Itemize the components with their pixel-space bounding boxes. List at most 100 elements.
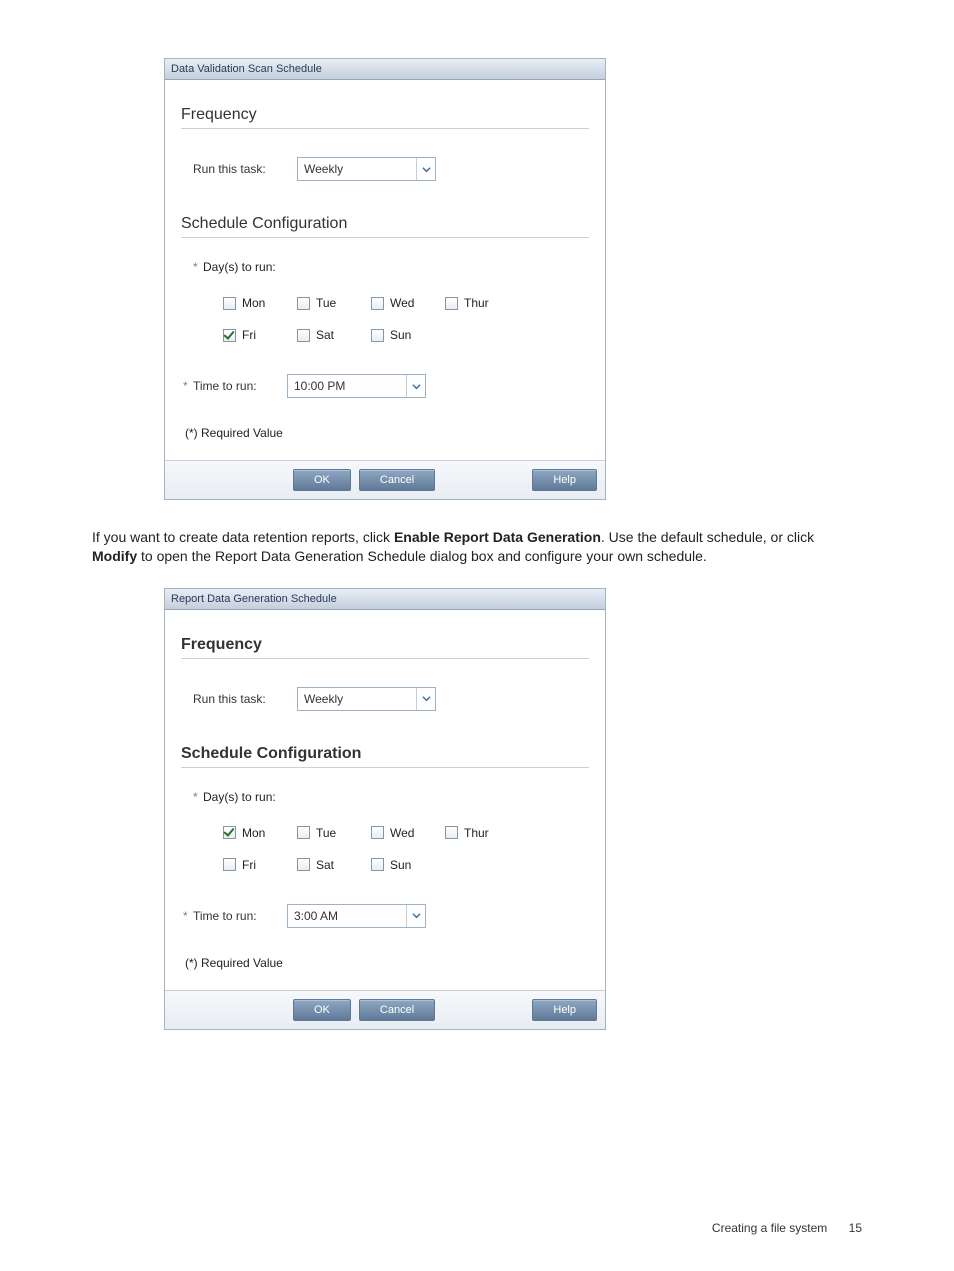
footer-section-name: Creating a file system [712, 1221, 827, 1235]
day-checkbox-wed[interactable]: Wed [371, 826, 445, 840]
day-checkbox-fri[interactable]: Fri [223, 328, 297, 342]
day-label: Sat [316, 858, 334, 872]
day-checkbox-sat[interactable]: Sat [297, 328, 371, 342]
day-label: Mon [242, 826, 265, 840]
day-checkbox-tue[interactable]: Tue [297, 296, 371, 310]
checkbox-icon [371, 297, 384, 310]
days-to-run-block: * Day(s) to run: Mon Tue Wed Thur Fri Sa… [193, 790, 589, 872]
day-label: Wed [390, 826, 414, 840]
dialog-titlebar: Data Validation Scan Schedule [165, 59, 605, 80]
day-label: Sun [390, 328, 411, 342]
days-to-run-block: * Day(s) to run: Mon Tue Wed Thur Fri Sa… [193, 260, 589, 342]
checkbox-icon [223, 329, 236, 342]
day-label: Thur [464, 826, 489, 840]
time-to-run-row: * Time to run: 3:00 AM [193, 904, 589, 928]
day-checkbox-sun[interactable]: Sun [371, 328, 445, 342]
day-checkbox-mon[interactable]: Mon [223, 296, 297, 310]
day-label: Tue [316, 826, 336, 840]
required-asterisk: * [193, 260, 198, 274]
required-value-note: (*) Required Value [185, 956, 589, 970]
days-grid: Mon Tue Wed Thur Fri Sat Sun [223, 296, 589, 342]
dialog-footer: OK Cancel Help [165, 460, 605, 499]
cancel-button[interactable]: Cancel [359, 999, 435, 1021]
day-label: Wed [390, 296, 414, 310]
day-label: Sun [390, 858, 411, 872]
section-divider [181, 658, 589, 659]
checkbox-icon [371, 826, 384, 839]
required-asterisk: * [193, 790, 198, 804]
help-button[interactable]: Help [532, 469, 597, 491]
checkbox-icon [223, 826, 236, 839]
dialog-body: Frequency Run this task: Weekly Schedule… [165, 80, 605, 460]
paragraph-text: to open the Report Data Generation Sched… [137, 548, 707, 564]
instruction-paragraph: If you want to create data retention rep… [92, 528, 832, 566]
checkbox-icon [445, 826, 458, 839]
run-this-task-row: Run this task: Weekly [193, 687, 589, 711]
ok-button[interactable]: OK [293, 469, 351, 491]
checkbox-icon [297, 826, 310, 839]
chevron-down-icon[interactable] [406, 375, 425, 397]
cancel-button[interactable]: Cancel [359, 469, 435, 491]
frequency-heading: Frequency [181, 636, 589, 654]
chevron-down-icon[interactable] [406, 905, 425, 927]
day-checkbox-sat[interactable]: Sat [297, 858, 371, 872]
time-to-run-label: Time to run: [193, 909, 287, 923]
days-to-run-label-row: * Day(s) to run: [193, 790, 589, 804]
page-footer: Creating a file system 15 [712, 1221, 862, 1235]
day-checkbox-mon[interactable]: Mon [223, 826, 297, 840]
dialog-footer: OK Cancel Help [165, 990, 605, 1029]
dialog-titlebar: Report Data Generation Schedule [165, 589, 605, 610]
checkbox-icon [445, 297, 458, 310]
days-to-run-label: Day(s) to run: [203, 790, 276, 804]
run-this-task-combo[interactable]: Weekly [297, 687, 436, 711]
time-to-run-value: 3:00 AM [288, 905, 406, 927]
day-label: Tue [316, 296, 336, 310]
run-this-task-value: Weekly [298, 688, 416, 710]
day-checkbox-thur[interactable]: Thur [445, 826, 519, 840]
page-number: 15 [849, 1221, 862, 1235]
section-divider [181, 128, 589, 129]
days-to-run-label-row: * Day(s) to run: [193, 260, 589, 274]
checkbox-icon [297, 329, 310, 342]
days-to-run-label: Day(s) to run: [203, 260, 276, 274]
day-label: Sat [316, 328, 334, 342]
section-divider [181, 767, 589, 768]
document-page: Data Validation Scan Schedule Frequency … [0, 0, 954, 1271]
day-checkbox-wed[interactable]: Wed [371, 296, 445, 310]
checkbox-icon [223, 858, 236, 871]
required-value-note: (*) Required Value [185, 426, 589, 440]
run-this-task-row: Run this task: Weekly [193, 157, 589, 181]
ok-button[interactable]: OK [293, 999, 351, 1021]
day-checkbox-sun[interactable]: Sun [371, 858, 445, 872]
schedule-config-heading: Schedule Configuration [181, 745, 589, 763]
time-to-run-value: 10:00 PM [288, 375, 406, 397]
required-asterisk: * [183, 379, 193, 393]
time-to-run-combo[interactable]: 3:00 AM [287, 904, 426, 928]
report-data-generation-schedule-dialog: Report Data Generation Schedule Frequenc… [164, 588, 606, 1030]
checkbox-icon [371, 858, 384, 871]
paragraph-text: If you want to create data retention rep… [92, 529, 394, 545]
checkbox-icon [371, 329, 384, 342]
chevron-down-icon[interactable] [416, 688, 435, 710]
day-checkbox-tue[interactable]: Tue [297, 826, 371, 840]
time-to-run-row: * Time to run: 10:00 PM [193, 374, 589, 398]
help-button[interactable]: Help [532, 999, 597, 1021]
schedule-config-heading: Schedule Configuration [181, 215, 589, 233]
section-divider [181, 237, 589, 238]
chevron-down-icon[interactable] [416, 158, 435, 180]
day-label: Thur [464, 296, 489, 310]
checkbox-icon [297, 858, 310, 871]
enable-report-data-generation-bold: Enable Report Data Generation [394, 529, 601, 545]
checkbox-icon [223, 297, 236, 310]
data-validation-scan-schedule-dialog: Data Validation Scan Schedule Frequency … [164, 58, 606, 500]
day-checkbox-thur[interactable]: Thur [445, 296, 519, 310]
day-label: Fri [242, 858, 256, 872]
day-label: Mon [242, 296, 265, 310]
run-this-task-value: Weekly [298, 158, 416, 180]
checkbox-icon [297, 297, 310, 310]
day-checkbox-fri[interactable]: Fri [223, 858, 297, 872]
dialog-body: Frequency Run this task: Weekly Schedule… [165, 610, 605, 990]
time-to-run-label: Time to run: [193, 379, 287, 393]
run-this-task-combo[interactable]: Weekly [297, 157, 436, 181]
time-to-run-combo[interactable]: 10:00 PM [287, 374, 426, 398]
